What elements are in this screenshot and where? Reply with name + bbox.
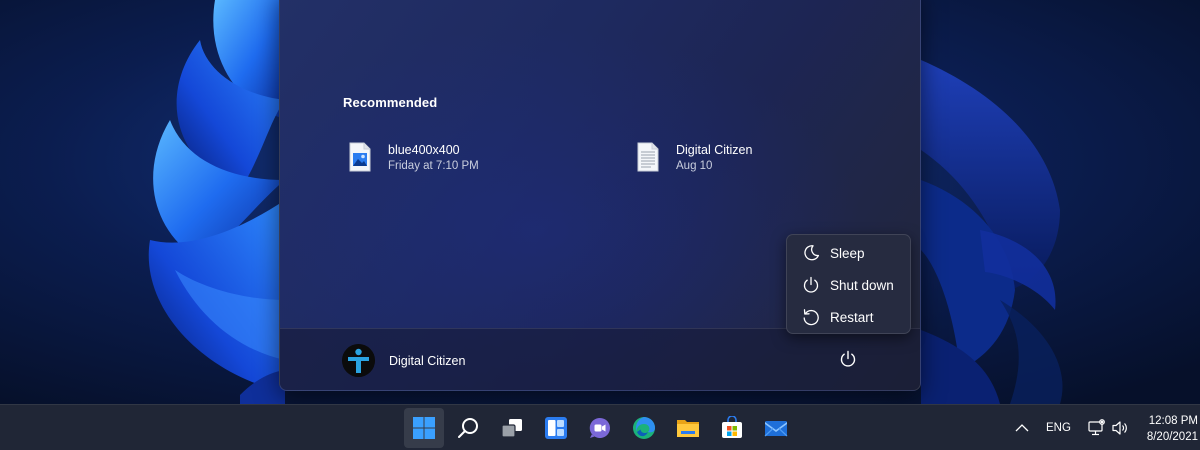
start-button[interactable] — [404, 408, 444, 448]
edge-browser-button[interactable] — [624, 408, 664, 448]
volume-icon[interactable] — [1111, 420, 1129, 436]
search-icon — [458, 418, 478, 438]
clock-time: 12:08 PM — [1148, 415, 1198, 427]
chat-button[interactable] — [580, 408, 620, 448]
widgets-button[interactable] — [536, 408, 576, 448]
search-button[interactable] — [448, 408, 488, 448]
user-account-button[interactable]: Digital Citizen — [342, 343, 492, 379]
network-icon[interactable] — [1087, 419, 1105, 437]
recommended-heading: Recommended — [343, 95, 438, 110]
sleep-menu-item[interactable]: Sleep — [791, 238, 908, 268]
restart-menu-item[interactable]: Restart — [791, 302, 908, 332]
teams-chat-icon — [589, 417, 610, 438]
restart-label: Restart — [830, 310, 874, 325]
file-explorer-button[interactable] — [668, 408, 708, 448]
image-file-icon — [348, 142, 372, 172]
task-view-icon — [501, 419, 522, 438]
task-view-button[interactable] — [492, 408, 532, 448]
shut-down-menu-item[interactable]: Shut down — [791, 270, 908, 300]
moon-icon — [802, 244, 820, 262]
power-icon — [839, 350, 857, 373]
windows-start-icon — [413, 417, 435, 439]
clock-date: 8/20/2021 — [1146, 431, 1198, 443]
power-button[interactable] — [834, 347, 862, 375]
start-menu-footer: Digital Citizen — [280, 328, 920, 390]
user-name: Digital Citizen — [389, 354, 466, 368]
mail-button[interactable] — [756, 408, 796, 448]
recommended-item-date: Friday at 7:10 PM — [388, 160, 479, 172]
text-document-icon — [636, 142, 660, 172]
taskbar: ENG 12:08 PM 8/20/2021 — [0, 404, 1200, 450]
input-language-indicator[interactable]: ENG — [1046, 422, 1071, 434]
microsoft-store-button[interactable] — [712, 408, 752, 448]
widgets-icon — [545, 417, 567, 439]
digital-citizen-logo-icon — [342, 344, 375, 377]
store-icon — [722, 416, 742, 438]
taskbar-clock[interactable]: 12:08 PM 8/20/2021 — [1138, 414, 1198, 444]
sleep-label: Sleep — [830, 246, 865, 261]
chevron-up-icon[interactable] — [1013, 421, 1031, 435]
recommended-item-name: Digital Citizen — [676, 143, 753, 157]
recommended-item-date: Aug 10 — [676, 160, 713, 172]
file-explorer-icon — [677, 420, 699, 437]
restart-icon — [802, 308, 820, 326]
recommended-item-blue400x400[interactable]: blue400x400 Friday at 7:10 PM — [343, 137, 583, 181]
recommended-item-digital-citizen[interactable]: Digital Citizen Aug 10 — [631, 137, 871, 181]
shut-down-label: Shut down — [830, 278, 894, 293]
mail-icon — [764, 421, 788, 437]
power-icon — [802, 276, 820, 294]
edge-icon — [633, 417, 655, 439]
power-options-menu: Sleep Shut down Restart — [786, 234, 911, 334]
recommended-item-name: blue400x400 — [388, 143, 460, 157]
